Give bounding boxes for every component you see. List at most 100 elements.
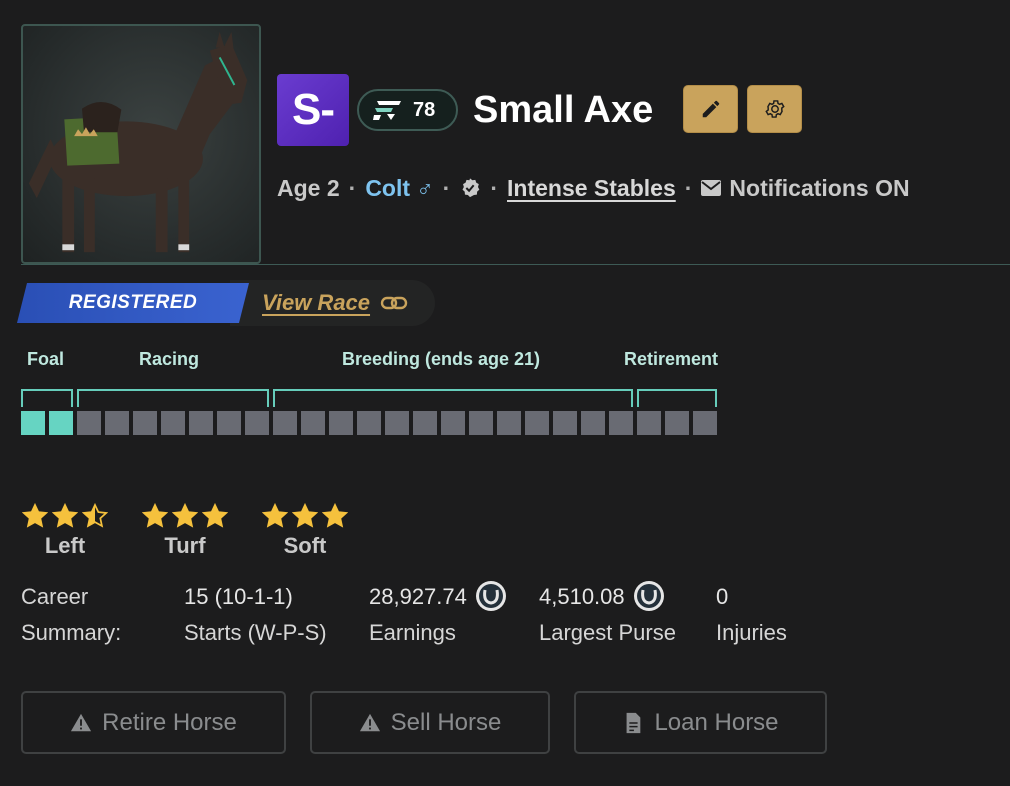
lifecycle-cells bbox=[21, 411, 717, 435]
separator: · bbox=[490, 174, 499, 201]
star-full-icon bbox=[262, 503, 288, 528]
stage-bracket-breeding bbox=[273, 389, 633, 407]
lifecycle-cell bbox=[77, 411, 101, 435]
lifecycle-cell bbox=[413, 411, 437, 435]
lifecycle-cell bbox=[217, 411, 241, 435]
sell-horse-label: Sell Horse bbox=[390, 708, 502, 736]
largest-purse-row: 4,510.08 bbox=[539, 581, 665, 612]
lifecycle-cell bbox=[637, 411, 661, 435]
lifecycle-cell bbox=[553, 411, 577, 435]
star-full-icon bbox=[292, 503, 318, 528]
star-full-icon bbox=[172, 503, 198, 528]
lifecycle-cell bbox=[189, 411, 213, 435]
retire-horse-label: Retire Horse bbox=[102, 708, 237, 736]
lifecycle-cell bbox=[497, 411, 521, 435]
rating-label: Soft bbox=[283, 533, 327, 558]
age-label: Age 2 bbox=[277, 174, 340, 201]
rating-left: Left bbox=[19, 503, 111, 559]
largest-purse-value: 4,510.08 bbox=[539, 584, 625, 609]
document-icon bbox=[627, 712, 641, 733]
chain-link-icon bbox=[380, 296, 408, 310]
view-race-link[interactable]: View Race bbox=[262, 288, 408, 318]
starts-label: Starts (W-P-S) bbox=[184, 620, 327, 645]
lifecycle-cell bbox=[581, 411, 605, 435]
horseshoe-coin-icon bbox=[633, 581, 664, 612]
stage-label-retirement: Retirement bbox=[624, 349, 719, 369]
stage-label-racing: Racing bbox=[139, 349, 200, 369]
horse-image bbox=[21, 24, 261, 264]
separator: · bbox=[348, 174, 357, 201]
lifecycle-cell bbox=[21, 411, 45, 435]
stage-bracket-racing bbox=[77, 389, 269, 407]
injuries-label: Injuries bbox=[716, 620, 787, 645]
stage-bracket-foal bbox=[21, 389, 73, 407]
star-full-icon bbox=[322, 503, 348, 528]
horse-illustration bbox=[28, 31, 248, 253]
horse-name: Small Axe bbox=[473, 89, 654, 131]
stage-label-foal: Foal bbox=[27, 349, 65, 369]
view-race-label: View Race bbox=[262, 290, 371, 315]
star-half-icon bbox=[82, 503, 108, 528]
rating-value: 78 bbox=[413, 98, 436, 121]
sex-label: Colt ♂ bbox=[365, 174, 434, 201]
lifecycle-cell bbox=[385, 411, 409, 435]
separator: · bbox=[684, 174, 693, 201]
rating-turf: Turf bbox=[139, 503, 231, 559]
lifecycle-cell bbox=[273, 411, 297, 435]
lifecycle-cell bbox=[133, 411, 157, 435]
rating-soft: Soft bbox=[259, 503, 351, 559]
star-row bbox=[262, 503, 348, 529]
injuries-value: 0 bbox=[716, 584, 729, 609]
rating-pill: 78 bbox=[357, 89, 458, 131]
horse-profile: S- 78 Small Axe Age 2 · Colt ♂ · · Inten… bbox=[0, 0, 1010, 786]
warning-icon bbox=[359, 713, 380, 731]
registered-status-tag: REGISTERED bbox=[17, 283, 249, 323]
header-divider bbox=[21, 264, 1010, 265]
lifecycle-cell bbox=[469, 411, 493, 435]
earnings-label: Earnings bbox=[369, 620, 456, 645]
star-row bbox=[142, 503, 228, 529]
envelope-icon bbox=[701, 180, 722, 196]
stage-bracket-retirement bbox=[637, 389, 717, 407]
star-row bbox=[22, 503, 108, 529]
lifecycle-cell bbox=[609, 411, 633, 435]
star-full-icon bbox=[22, 503, 48, 528]
notifications-toggle[interactable]: Notifications ON bbox=[729, 175, 909, 202]
career-title-summary: Summary: bbox=[21, 620, 122, 645]
edit-button[interactable] bbox=[683, 85, 738, 133]
gear-icon bbox=[764, 100, 785, 118]
settings-button[interactable] bbox=[747, 85, 802, 133]
star-full-icon bbox=[52, 503, 78, 528]
retire-horse-button[interactable]: Retire Horse bbox=[21, 691, 286, 754]
horse-meta-row: Age 2 · Colt ♂ · · Intense Stables · Not… bbox=[277, 172, 910, 204]
verified-badge-icon bbox=[462, 178, 480, 198]
earnings-value-row: 28,927.74 bbox=[369, 581, 507, 612]
loan-horse-button[interactable]: Loan Horse bbox=[574, 691, 827, 754]
pencil-icon bbox=[702, 100, 719, 118]
stable-link[interactable]: Intense Stables bbox=[507, 175, 676, 202]
star-full-icon bbox=[202, 503, 228, 528]
lifecycle-cell bbox=[245, 411, 269, 435]
lifecycle-cell bbox=[525, 411, 549, 435]
separator: · bbox=[442, 174, 451, 201]
rating-label: Turf bbox=[164, 533, 206, 558]
warning-icon bbox=[71, 713, 92, 731]
lifecycle-cell bbox=[301, 411, 325, 435]
horseshoe-coin-icon bbox=[475, 581, 506, 612]
rating-label: Left bbox=[44, 533, 86, 558]
grade-badge: S- bbox=[277, 74, 349, 146]
largest-purse-label: Largest Purse bbox=[539, 620, 676, 645]
lifecycle-cell bbox=[357, 411, 381, 435]
career-title: Career bbox=[21, 584, 89, 609]
starts-value: 15 (10-1-1) bbox=[184, 584, 293, 609]
earnings-value: 28,927.74 bbox=[369, 584, 467, 609]
sell-horse-button[interactable]: Sell Horse bbox=[310, 691, 550, 754]
lifecycle-cell bbox=[161, 411, 185, 435]
star-full-icon bbox=[142, 503, 168, 528]
lifecycle-cell bbox=[49, 411, 73, 435]
flag-logo-icon bbox=[373, 101, 401, 120]
stage-label-breeding: Breeding (ends age 21) bbox=[342, 349, 541, 369]
lifecycle-cell bbox=[693, 411, 717, 435]
lifecycle-cell bbox=[329, 411, 353, 435]
lifecycle-cell bbox=[105, 411, 129, 435]
